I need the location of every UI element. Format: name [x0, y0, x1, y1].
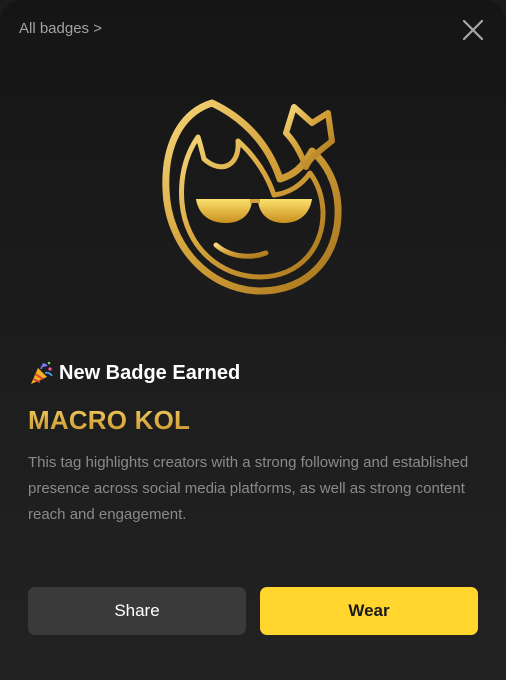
new-badge-earned-title: New Badge Earned	[59, 361, 241, 384]
all-badges-link[interactable]: All badges >	[19, 20, 102, 37]
new-badge-earned-row: New Badge Earned	[28, 360, 240, 386]
badge-name: MACRO KOL	[28, 405, 191, 435]
party-popper-icon	[28, 360, 54, 386]
wear-button[interactable]: Wear	[260, 587, 478, 635]
badge-icon	[160, 95, 360, 300]
share-button[interactable]: Share	[28, 587, 246, 635]
badge-modal: All badges > New Badge Earned MACRO KOL …	[0, 0, 506, 680]
close-icon[interactable]	[462, 19, 484, 41]
badge-description: This tag highlights creators with a stro…	[28, 454, 469, 523]
